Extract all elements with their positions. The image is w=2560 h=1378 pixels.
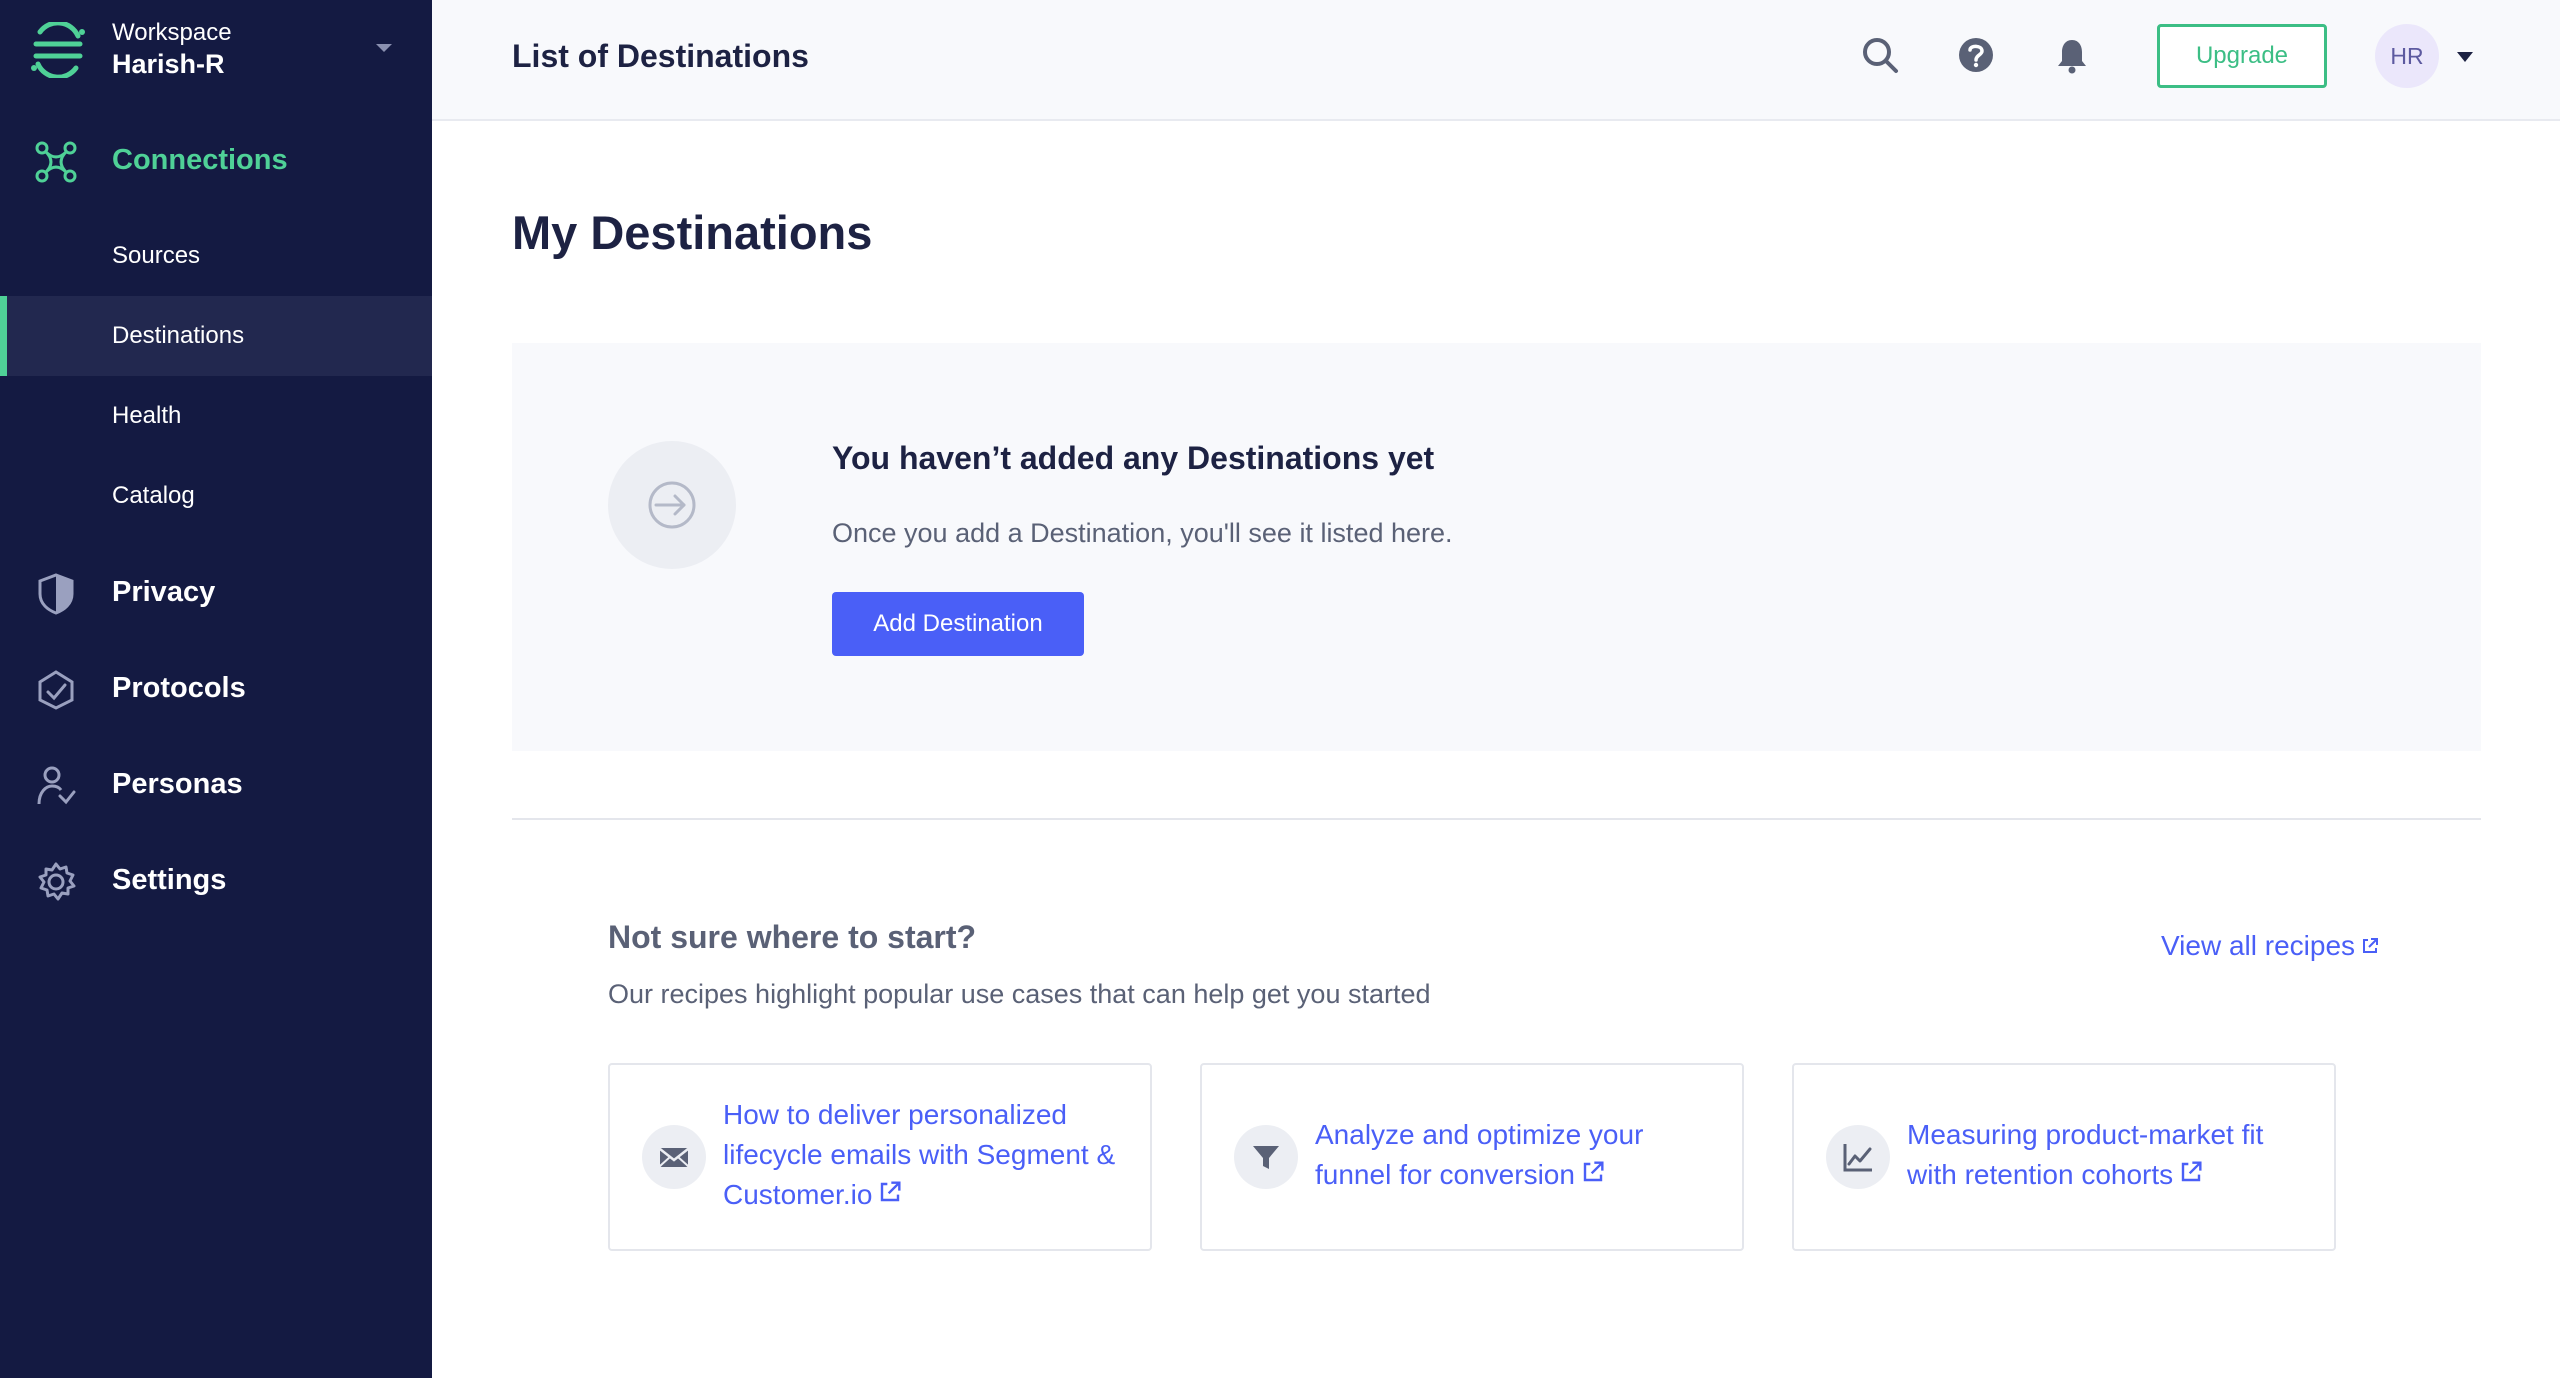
protocols-icon <box>38 670 74 710</box>
external-link-icon <box>881 1181 901 1202</box>
nav-protocols-label: Protocols <box>112 672 246 704</box>
recipes-title: Not sure where to start? <box>608 919 977 955</box>
nav-personas[interactable]: Personas <box>0 744 432 824</box>
bell-icon[interactable] <box>2052 35 2092 75</box>
shield-icon <box>38 573 74 615</box>
empty-state-text: Once you add a Destination, you'll see i… <box>832 518 1453 548</box>
external-link-icon <box>2363 938 2379 953</box>
nav-connections[interactable]: Connections <box>0 120 432 200</box>
nav-protocols[interactable]: Protocols <box>0 648 432 728</box>
recipe-card[interactable]: Measuring product-market fit with retent… <box>1792 1063 2336 1251</box>
top-bar: List of Destinations Upgrade HR <box>432 0 2560 121</box>
nav-settings[interactable]: Settings <box>0 840 432 920</box>
sidebar: Workspace Harish-R Connections Sources D… <box>0 0 432 1378</box>
gear-icon <box>38 862 76 901</box>
page-title: List of Destinations <box>512 38 809 74</box>
nav-destinations-label: Destinations <box>112 322 245 349</box>
recipe-card-title: Measuring product-market fit with retent… <box>1907 1115 2317 1195</box>
divider <box>512 818 2481 820</box>
view-all-recipes-link[interactable]: View all recipes <box>2161 930 2379 962</box>
add-destination-button[interactable]: Add Destination <box>832 592 1084 656</box>
nav-sources[interactable]: Sources <box>0 216 432 296</box>
nav-privacy[interactable]: Privacy <box>0 552 432 632</box>
segment-logo-icon <box>31 22 85 78</box>
workspace-name: Harish-R <box>112 49 225 79</box>
external-link-icon <box>2181 1161 2202 1182</box>
nav-privacy-label: Privacy <box>112 576 216 608</box>
nav-connections-label: Connections <box>112 144 288 176</box>
nav-health[interactable]: Health <box>0 376 432 456</box>
nav-catalog-label: Catalog <box>112 482 195 509</box>
mail-icon <box>642 1125 706 1189</box>
help-icon[interactable] <box>1956 35 1996 75</box>
avatar[interactable]: HR <box>2375 24 2439 88</box>
recipe-card-title-text: How to deliver personalized lifecycle em… <box>723 1099 1116 1210</box>
view-all-recipes-label: View all recipes <box>2161 930 2356 961</box>
search-icon[interactable] <box>1860 35 1900 75</box>
arrow-in-circle-icon <box>608 441 736 569</box>
workspace-switcher[interactable]: Workspace Harish-R <box>0 0 432 110</box>
recipe-card[interactable]: Analyze and optimize your funnel for con… <box>1200 1063 1744 1251</box>
upgrade-button[interactable]: Upgrade <box>2157 24 2327 88</box>
section-heading: My Destinations <box>512 206 873 259</box>
empty-state-panel: You haven’t added any Destinations yet O… <box>512 343 2481 751</box>
connections-icon <box>35 141 77 183</box>
personas-icon <box>37 766 76 805</box>
caret-down-icon[interactable] <box>374 42 394 54</box>
recipe-card-title: How to deliver personalized lifecycle em… <box>723 1095 1133 1215</box>
nav-sources-label: Sources <box>112 242 201 269</box>
recipe-card[interactable]: How to deliver personalized lifecycle em… <box>608 1063 1152 1251</box>
external-link-icon <box>1583 1161 1604 1182</box>
empty-state-title: You haven’t added any Destinations yet <box>832 440 1435 476</box>
nav-settings-label: Settings <box>112 864 227 896</box>
recipe-card-title-text: Measuring product-market fit with retent… <box>1907 1119 2264 1190</box>
nav-destinations[interactable]: Destinations <box>0 296 432 376</box>
nav-catalog[interactable]: Catalog <box>0 456 432 536</box>
line-chart-icon <box>1826 1125 1890 1189</box>
nav-health-label: Health <box>112 402 182 429</box>
recipe-card-title: Analyze and optimize your funnel for con… <box>1315 1115 1725 1195</box>
workspace-caption: Workspace <box>112 19 232 46</box>
caret-down-icon[interactable] <box>2456 51 2474 63</box>
recipes-subtitle: Our recipes highlight popular use cases … <box>608 979 1431 1009</box>
nav-personas-label: Personas <box>112 768 243 800</box>
filter-icon <box>1234 1125 1298 1189</box>
